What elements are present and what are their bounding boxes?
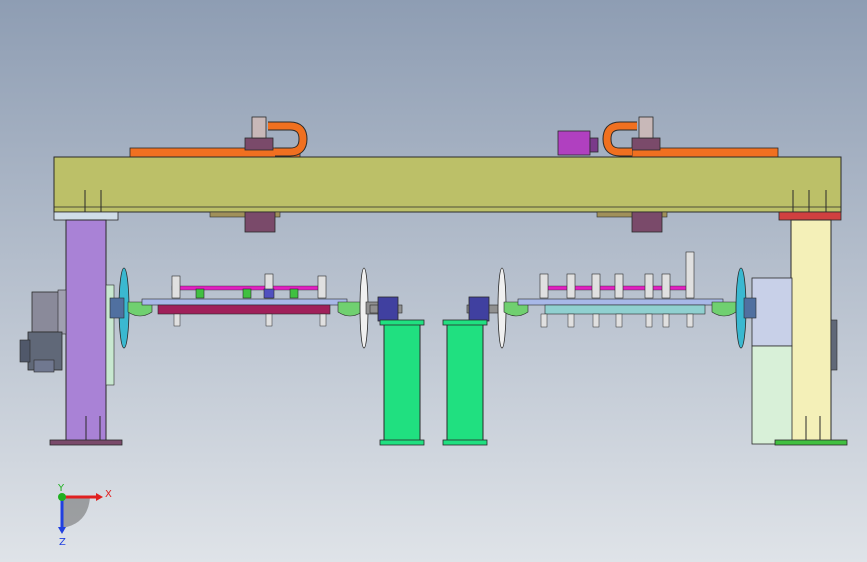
gantry-beam[interactable]: [53, 156, 842, 213]
right-hose-valve-block: [557, 130, 591, 156]
right-fixture-right-bracket: [711, 301, 737, 317]
right-pin-3: [592, 313, 600, 328]
right-drive-stub: [830, 319, 838, 371]
left-pin-2: [265, 313, 273, 327]
right-fixture-rail: [517, 298, 724, 306]
left-center-bearing-block: [377, 296, 399, 322]
left-fixture-right-bracket: [337, 301, 363, 317]
right-clamp-4: [614, 273, 624, 299]
left-fixture-rail: [141, 298, 348, 306]
right-pedestal-base: [442, 439, 488, 446]
right-pin-5: [645, 313, 653, 328]
left-column-cap: [53, 211, 119, 221]
left-column-base: [49, 439, 123, 446]
right-pin-2: [567, 313, 575, 328]
right-clamp-6: [661, 273, 671, 299]
right-clamp-7: [685, 251, 695, 299]
left-under-mount[interactable]: [244, 211, 276, 233]
left-clamp-5: [289, 288, 299, 299]
left-pedestal-body: [383, 321, 421, 443]
right-under-mount[interactable]: [631, 211, 663, 233]
right-clamp-2: [566, 273, 576, 299]
left-pedestal[interactable]: [379, 319, 425, 446]
right-hose-block: [631, 137, 661, 151]
right-fixture-bar: [544, 304, 706, 315]
right-column-base: [774, 439, 848, 446]
left-pin-1: [173, 313, 181, 327]
right-column-body: [790, 219, 832, 443]
right-clamp-5: [644, 273, 654, 299]
triad-y-label: Y: [57, 483, 65, 494]
right-clamp-3: [591, 273, 601, 299]
beam-body: [53, 156, 842, 213]
right-hose-valve-cap: [589, 137, 599, 153]
triad-x-label: X: [105, 489, 112, 500]
left-clamp-7: [263, 288, 275, 299]
right-clamp-1: [539, 273, 549, 299]
left-clamp-6: [317, 275, 327, 299]
left-clamp-2: [195, 288, 205, 299]
right-side-lower-box: [751, 345, 793, 445]
right-pedestal-top: [442, 319, 488, 326]
left-hose-cylinder: [251, 116, 267, 139]
left-hose-base-plate: [129, 147, 301, 158]
left-fixture-bar: [157, 304, 331, 315]
left-gearbox-flange: [57, 289, 67, 335]
left-clamp-3: [242, 288, 252, 299]
right-pin-6: [662, 313, 670, 328]
left-column-body: [65, 219, 107, 443]
left-pedestal-base: [379, 439, 425, 446]
left-hose-block: [244, 137, 274, 151]
right-center-bearing-block: [468, 296, 490, 322]
cad-viewport[interactable]: X Y Z: [0, 0, 867, 562]
right-pedestal[interactable]: [442, 319, 488, 446]
right-pin-4: [615, 313, 623, 328]
triad-z-label: Z: [59, 537, 66, 548]
left-clamp-1: [171, 275, 181, 299]
triad-y-axis-dot: [58, 493, 66, 501]
right-fixture-hub: [743, 297, 757, 319]
right-pin-1: [540, 313, 548, 328]
left-motor-fan: [33, 359, 55, 373]
left-pedestal-top: [379, 319, 425, 326]
right-pedestal-body: [446, 321, 484, 443]
right-column-cap: [778, 211, 842, 221]
left-pin-3: [319, 313, 327, 327]
right-hose-cylinder: [638, 116, 654, 139]
left-fixture-hub: [109, 297, 125, 319]
left-motor-endcap: [19, 339, 31, 363]
right-side-housing: [751, 277, 793, 347]
right-pin-7: [686, 313, 694, 328]
